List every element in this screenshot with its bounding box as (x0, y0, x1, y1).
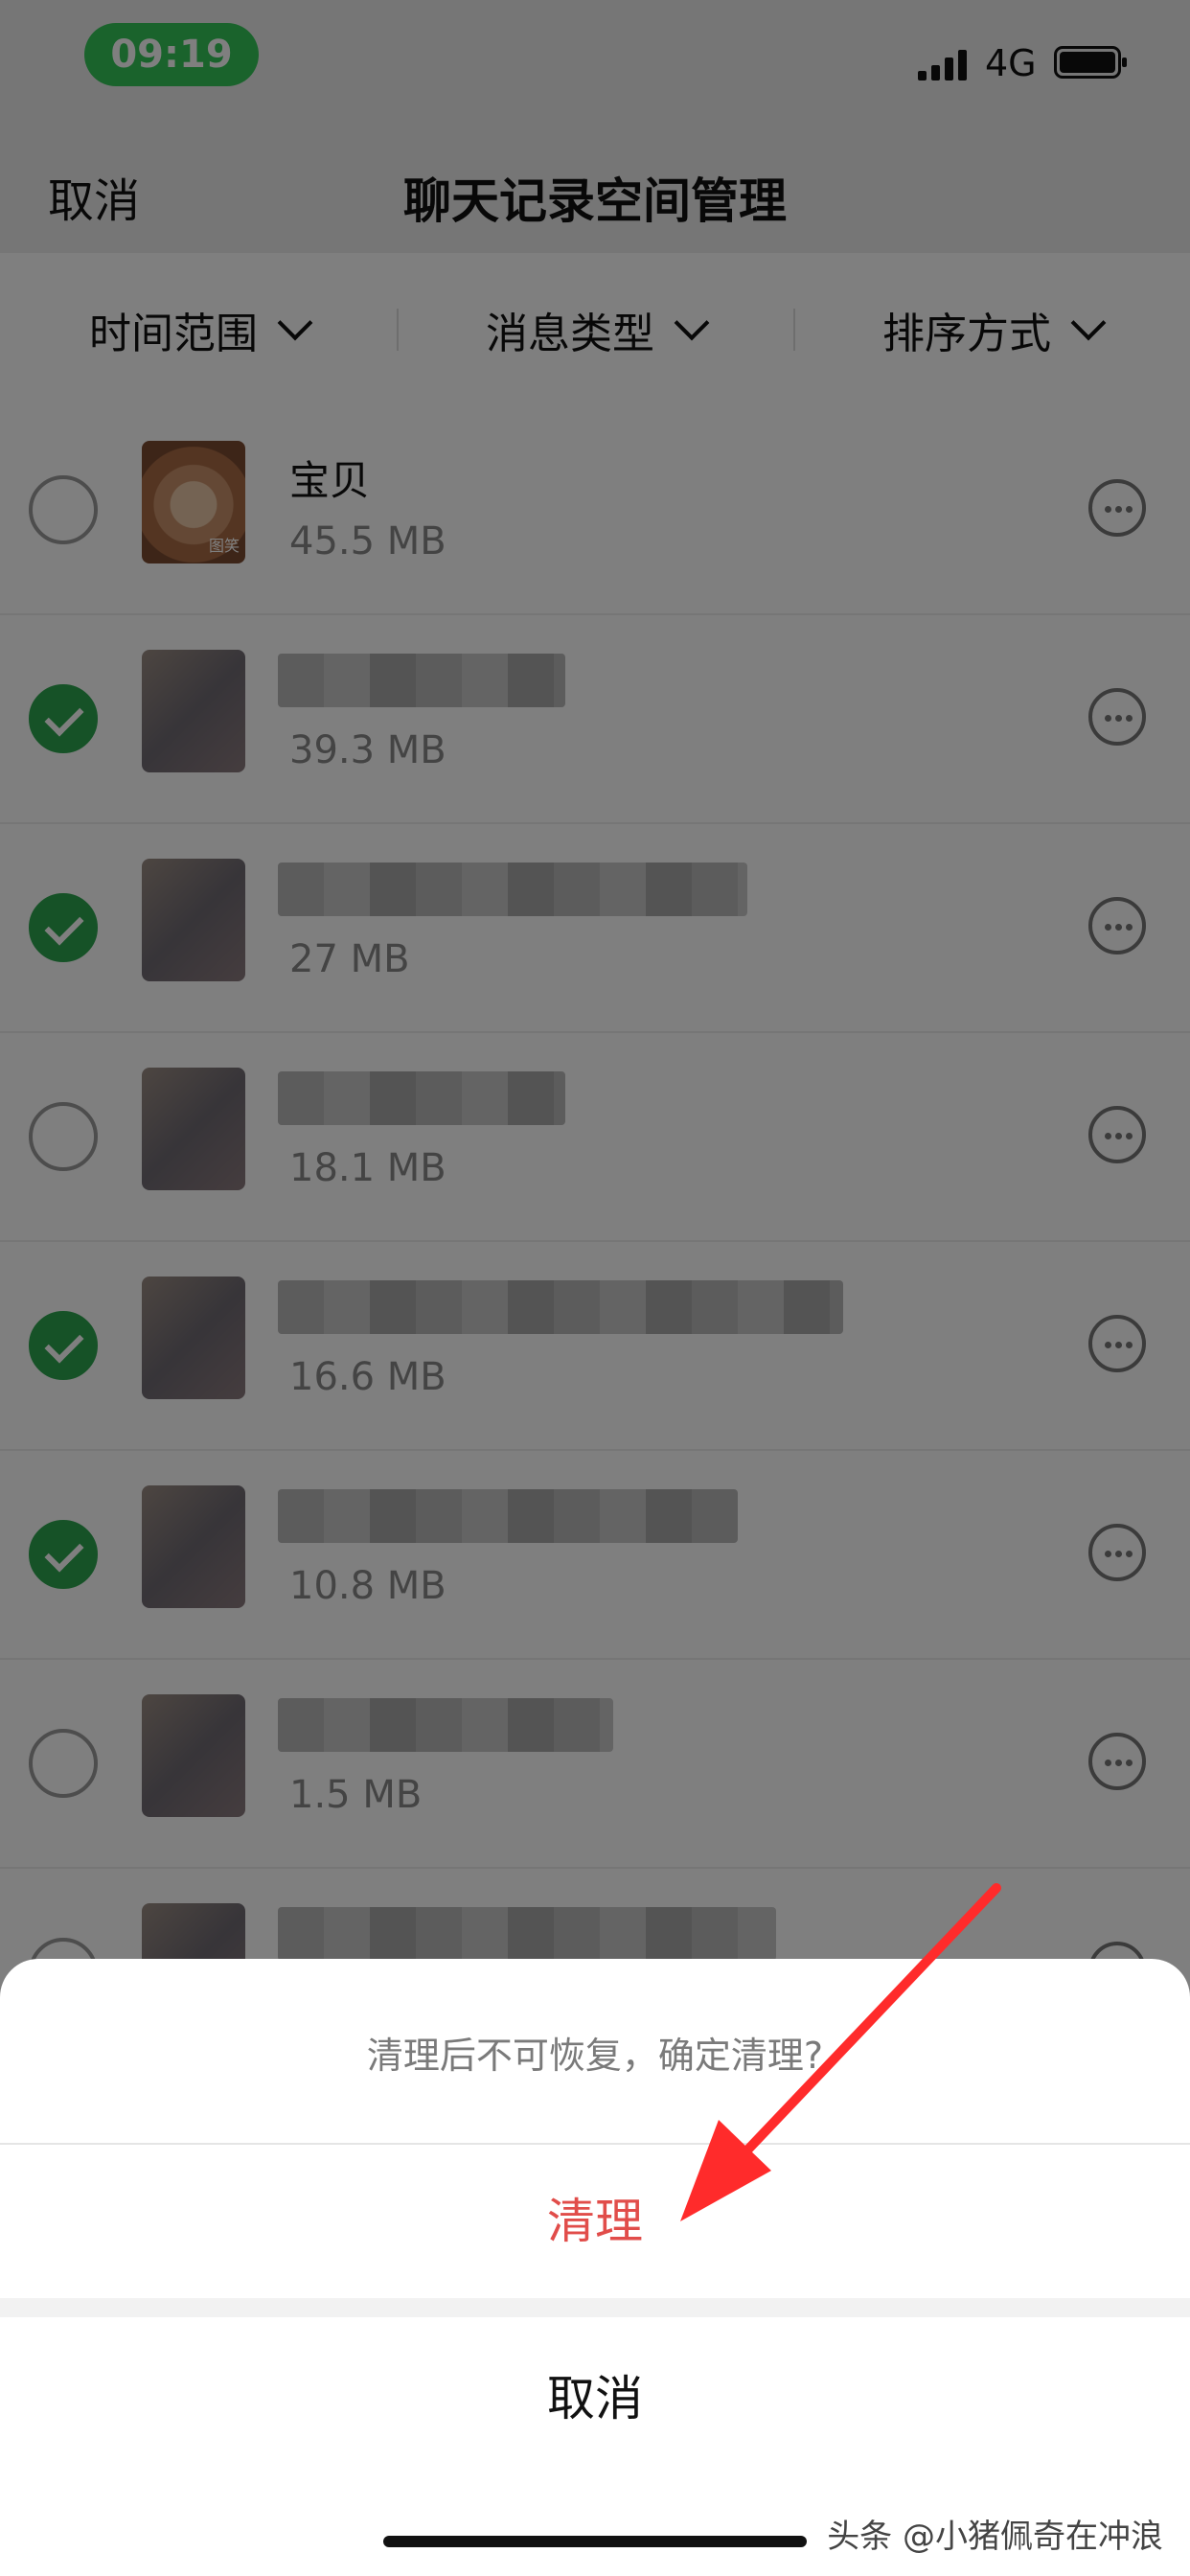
action-sheet: 清理后不可恢复，确定清理? 清理 取消 (0, 1959, 1190, 2576)
home-indicator (383, 2536, 807, 2547)
clear-button[interactable]: 清理 (0, 2145, 1190, 2298)
screen: 09:19 4G 取消 聊天记录空间管理 时间范围 消息类型 排序方式 图笑 宝… (0, 0, 1190, 2576)
divider (0, 2298, 1190, 2317)
watermark: 头条 @小猪佩奇在冲浪 (827, 2518, 1163, 2556)
sheet-cancel-button[interactable]: 取消 (0, 2317, 1190, 2480)
confirm-message: 清理后不可恢复，确定清理? (366, 2035, 824, 2077)
